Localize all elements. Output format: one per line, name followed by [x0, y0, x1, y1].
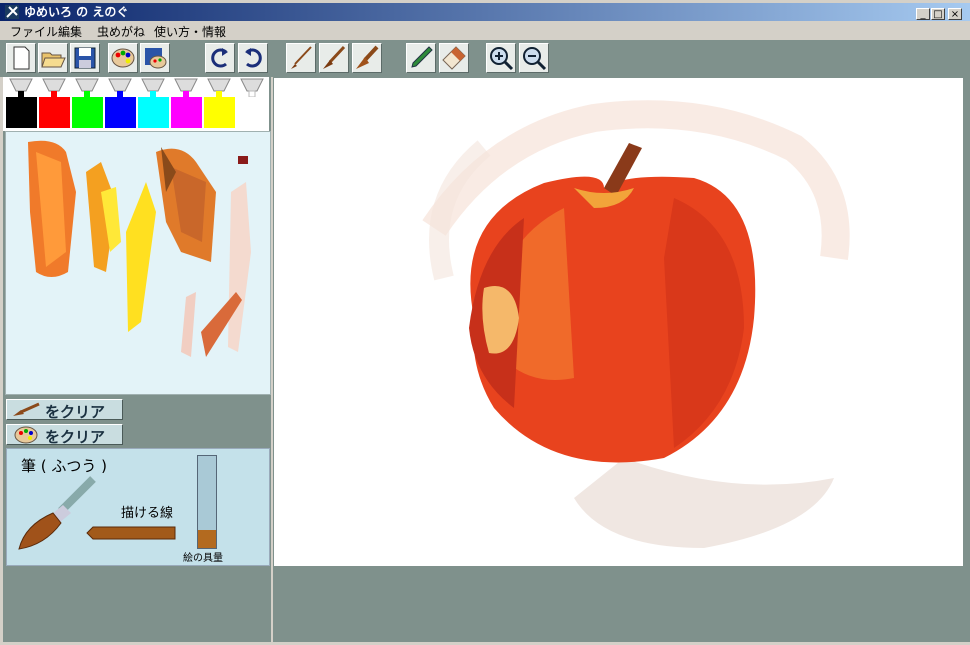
medium-brush-icon: [323, 45, 346, 69]
new-button[interactable]: [6, 43, 36, 73]
maximize-button[interactable]: □: [931, 8, 945, 20]
stroke-length-label: 描ける線: [121, 506, 174, 521]
save-palette-button[interactable]: [140, 43, 170, 73]
title-bar: ゆめいろ の えのぐ _ □ ×: [0, 3, 970, 21]
redo-button[interactable]: [238, 43, 268, 73]
clear-palette-label: をクリア: [45, 428, 106, 446]
thick-brush-button[interactable]: [352, 43, 382, 73]
window-title: ゆめいろ の えのぐ: [24, 5, 129, 19]
app-icon: [5, 5, 19, 19]
brush-large-icon: [18, 476, 96, 550]
menu-help-info[interactable]: 使い方・情報: [154, 23, 226, 40]
zoom-out-button[interactable]: [519, 43, 549, 73]
menu-file[interactable]: ファイル: [10, 23, 58, 40]
paint-tube-icon: [75, 78, 99, 97]
brush-icon: [13, 402, 40, 416]
menu-magnifier[interactable]: 虫めがね: [97, 23, 145, 40]
save-button[interactable]: [70, 43, 100, 73]
clear-palette-button[interactable]: をクリア: [6, 424, 123, 446]
thin-brush-button[interactable]: [286, 43, 316, 73]
pencil-button[interactable]: [406, 43, 436, 73]
palette-icon: [111, 48, 135, 68]
redo-icon: [245, 48, 262, 68]
menu-bar: ファイル 編集 虫めがね 使い方・情報: [0, 21, 970, 40]
eraser-icon: [442, 46, 466, 70]
drawing-canvas[interactable]: [274, 78, 963, 566]
thin-brush-icon: [291, 46, 312, 69]
open-button[interactable]: [38, 43, 68, 73]
pencil-icon: [411, 46, 433, 68]
close-button[interactable]: ×: [948, 8, 962, 20]
paint-tube-icon: [240, 78, 264, 97]
paint-amount-meter: [197, 455, 217, 549]
paint-tube-icon: [9, 78, 33, 97]
menu-edit[interactable]: 編集: [58, 23, 82, 40]
toolbar: [0, 40, 970, 77]
eraser-button[interactable]: [439, 43, 469, 73]
paint-tube-icon: [207, 78, 231, 97]
stroke-length-bar: [86, 526, 176, 540]
zoom-in-button[interactable]: [486, 43, 516, 73]
paint-tube-icon: [141, 78, 165, 97]
medium-brush-button[interactable]: [319, 43, 349, 73]
paint-tube-icon: [174, 78, 198, 97]
palette-icon: [14, 426, 38, 444]
undo-icon: [211, 48, 228, 68]
undo-button[interactable]: [205, 43, 235, 73]
brush-name: 筆 ( ふつう ): [21, 457, 108, 475]
palette-paint-strokes: [28, 140, 251, 357]
clear-canvas-button[interactable]: をクリア: [6, 399, 123, 421]
color-tubes: [3, 77, 269, 131]
paint-amount-label: 絵の具量: [183, 553, 223, 564]
paint-tube-icon: [42, 78, 66, 97]
clear-canvas-label: をクリア: [45, 403, 106, 421]
open-icon: [41, 52, 66, 68]
paint-tube-icon: [108, 78, 132, 97]
brush-info-panel: 筆 ( ふつう ) 描ける線 絵の具量: [6, 448, 270, 566]
app-window: ゆめいろ の えのぐ _ □ × ファイル 編集 虫めがね 使い方・情報 をクリ…: [0, 0, 970, 645]
thick-brush-icon: [356, 45, 379, 69]
zoom-out-icon: [523, 47, 547, 71]
apple-painting: [422, 100, 850, 548]
palette-button[interactable]: [108, 43, 138, 73]
new-icon: [13, 46, 30, 70]
save-palette-icon: [145, 48, 167, 69]
minimize-button[interactable]: _: [916, 8, 930, 20]
mixing-palette[interactable]: [5, 131, 271, 395]
save-icon: [74, 47, 96, 69]
paint-amount-fill: [198, 529, 216, 548]
zoom-in-icon: [490, 47, 514, 71]
